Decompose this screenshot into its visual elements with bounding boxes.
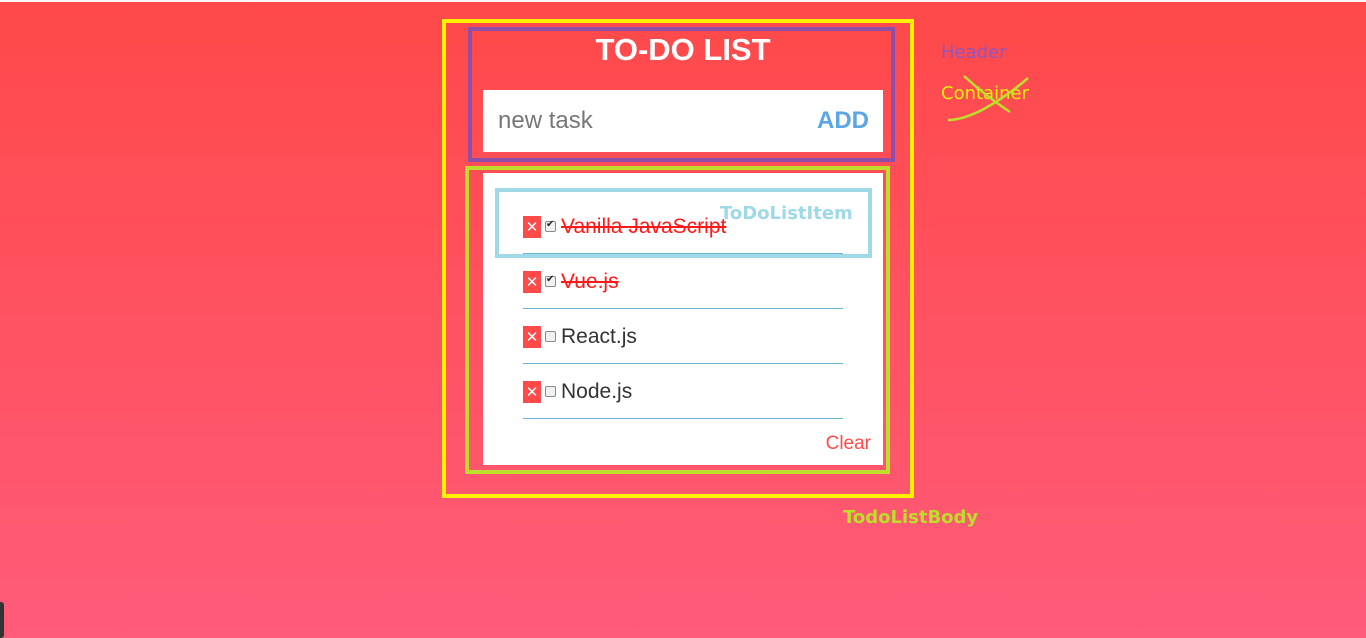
top-edge-line: [0, 0, 1366, 2]
todo-list-body-annotation-label: TodoListBody: [843, 507, 979, 528]
todo-list-item-annotation-label: ToDoListItem: [720, 203, 853, 224]
header-annotation-label: Header: [941, 42, 1007, 63]
cross-out-scribble: [947, 75, 1029, 122]
window-edge-handle: [0, 602, 4, 638]
header-outline: [468, 27, 895, 162]
